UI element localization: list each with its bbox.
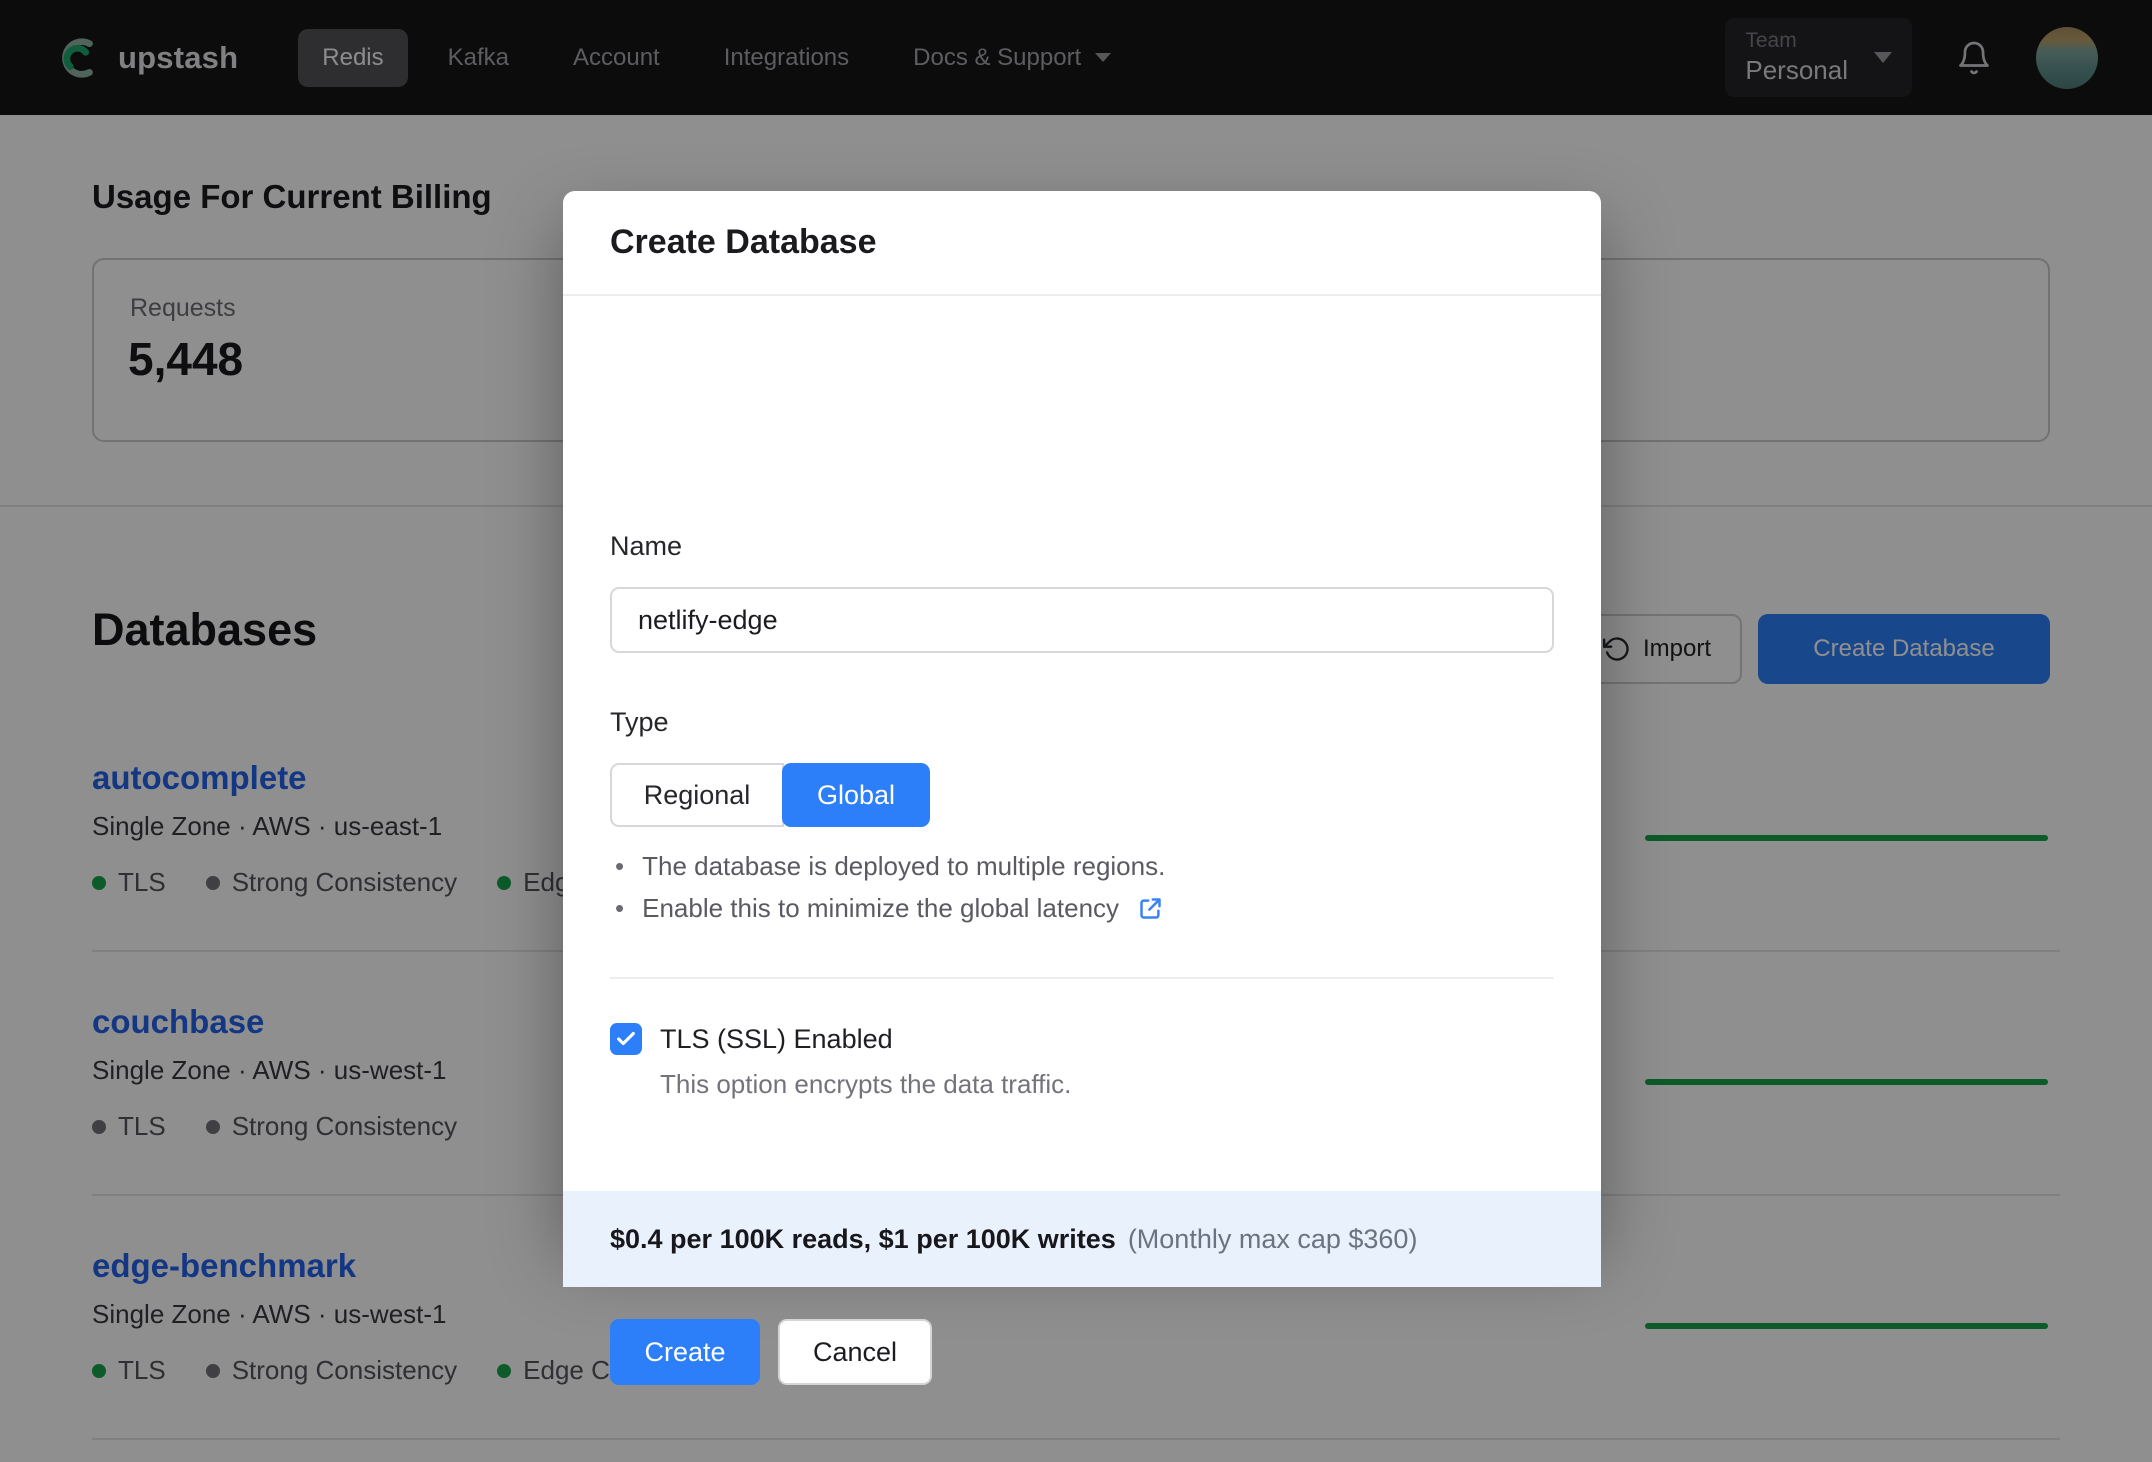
cancel-button[interactable]: Cancel — [778, 1319, 932, 1385]
modal-title: Create Database — [610, 223, 877, 261]
bullet-icon: • — [615, 893, 625, 923]
pricing-note: (Monthly max cap $360) — [1127, 1223, 1418, 1254]
bullet-icon: • — [615, 851, 625, 881]
type-label: Type — [610, 707, 669, 737]
check-icon — [617, 1031, 635, 1046]
tls-checkbox[interactable] — [610, 1023, 642, 1055]
modal-section-divider — [610, 977, 1554, 979]
bullet-text: Enable this to minimize the global laten… — [642, 893, 1120, 923]
type-option-regional[interactable]: Regional — [610, 763, 784, 827]
pricing-banner: $0.4 per 100K reads, $1 per 100K writes … — [563, 1191, 1601, 1287]
type-description-bullets: • The database is deployed to multiple r… — [615, 851, 1165, 923]
type-option-global[interactable]: Global — [782, 763, 930, 827]
pricing-text: $0.4 per 100K reads, $1 per 100K writes — [610, 1223, 1116, 1254]
external-link-icon[interactable] — [1137, 895, 1164, 922]
type-toggle: Regional Global — [610, 763, 930, 827]
create-database-modal: Create Database Name netlify-edge Type R… — [563, 191, 1601, 1385]
bullet-multiple-regions: • The database is deployed to multiple r… — [615, 851, 1165, 881]
bullet-global-latency: • Enable this to minimize the global lat… — [615, 893, 1165, 923]
tls-row: TLS (SSL) Enabled — [610, 1023, 893, 1055]
name-label: Name — [610, 531, 683, 561]
modal-header-divider — [563, 294, 1601, 296]
tls-label[interactable]: TLS (SSL) Enabled — [660, 1024, 893, 1055]
create-button[interactable]: Create — [610, 1319, 760, 1385]
tls-description: This option encrypts the data traffic. — [660, 1069, 1072, 1099]
bullet-text: The database is deployed to multiple reg… — [642, 851, 1166, 881]
name-input[interactable]: netlify-edge — [610, 587, 1554, 653]
